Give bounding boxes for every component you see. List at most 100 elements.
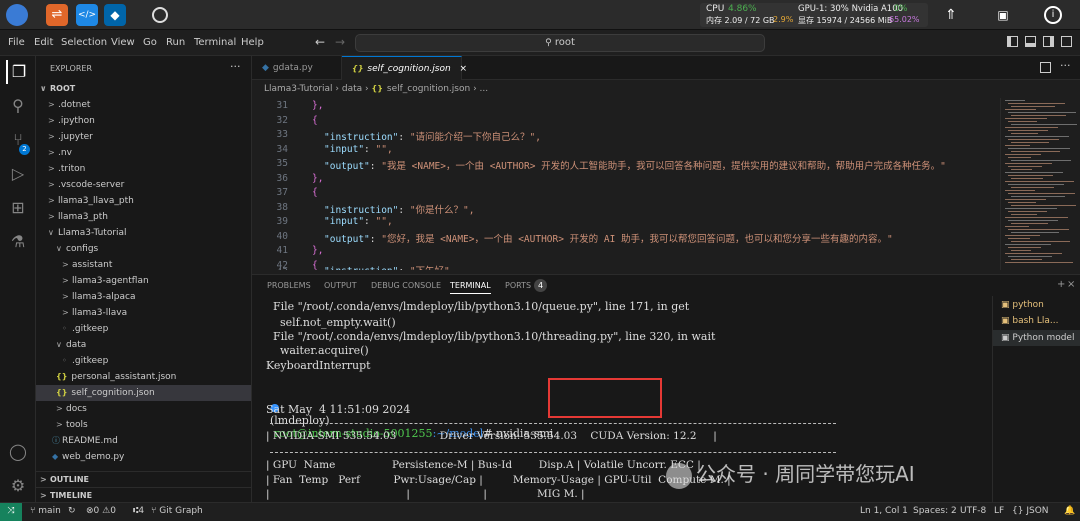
tree-item-self-cognition[interactable]: {} self_cognition.json <box>36 385 251 401</box>
tree-root[interactable]: ∨ ROOT <box>40 81 75 97</box>
tree-item-data[interactable]: ∨ data <box>56 337 86 353</box>
menu-run[interactable]: Run <box>166 37 185 48</box>
tree-item-personal-assistant[interactable]: {} personal_assistant.json <box>56 369 176 385</box>
tree-item-configs[interactable]: ∨ configs <box>56 241 98 257</box>
branch-indicator[interactable]: ⑂ main <box>30 506 61 516</box>
split-editor-icon[interactable] <box>1040 62 1051 73</box>
tree-item-ipython[interactable]: > .ipython <box>48 113 95 129</box>
tree-item-tools[interactable]: > tools <box>56 417 88 433</box>
tab-problems[interactable]: PROBLEMS <box>267 281 311 290</box>
code-icon[interactable]: </> <box>76 4 98 26</box>
terminal-item-python-model[interactable]: ▣ Python model <box>993 330 1080 346</box>
terminal[interactable]: File "/root/.conda/envs/lmdeploy/lib/pyt… <box>252 296 992 502</box>
forward-arrow-icon[interactable]: → <box>335 35 345 49</box>
code-line: "output": "您好，我是 <NAME>，一个由 <AUTHOR> 开发的… <box>324 233 893 245</box>
menu-selection[interactable]: Selection <box>61 37 107 48</box>
git-graph-button[interactable]: ⑂ Git Graph <box>151 506 203 516</box>
tab-output[interactable]: OUTPUT <box>324 281 357 290</box>
minimap[interactable] <box>1000 98 1078 270</box>
menu-view[interactable]: View <box>111 37 135 48</box>
tree-item-docs[interactable]: > docs <box>56 401 87 417</box>
testing-icon[interactable]: ⚗ <box>6 230 30 254</box>
info-icon[interactable]: i <box>1044 6 1062 24</box>
remote-indicator[interactable]: ⤨ <box>0 503 22 521</box>
notifications-icon[interactable]: 🔔 <box>1064 506 1075 516</box>
tree-item-llama3-alpaca[interactable]: > llama3-alpaca <box>62 289 135 305</box>
search-view-icon[interactable]: ⚲ <box>6 94 30 118</box>
indentation[interactable]: Spaces: 2 <box>913 506 957 516</box>
swap-icon[interactable]: ⇌ <box>46 4 68 26</box>
app-logo-icon[interactable] <box>6 4 28 26</box>
tree-item-nv[interactable]: > .nv <box>48 145 72 161</box>
tab-debug-console[interactable]: DEBUG CONSOLE <box>371 281 441 290</box>
code-editor[interactable]: 31}, 32 {33 "instruction": "请问能介绍一下你自己么？", 3… <box>252 98 1080 270</box>
minimap-line <box>1005 181 1074 182</box>
menu-help[interactable]: Help <box>241 37 264 48</box>
tab-ports[interactable]: PORTS <box>505 281 531 290</box>
command-center[interactable]: ⚲ root <box>355 34 765 52</box>
tab-terminal[interactable]: TERMINAL <box>450 281 491 294</box>
tree-item-web-demo[interactable]: ◆ web_demo.py <box>52 449 124 465</box>
layout-panel-icon[interactable] <box>1025 36 1036 47</box>
tree-item-llama3-pth[interactable]: > llama3_pth <box>48 209 108 225</box>
tree-item-vscode-server[interactable]: > .vscode-server <box>48 177 124 193</box>
eol[interactable]: LF <box>994 506 1004 516</box>
tree-item-llama3-tutorial[interactable]: ∨ Llama3-Tutorial <box>48 225 127 241</box>
run-debug-icon[interactable]: ▷ <box>6 162 30 186</box>
remote-icon[interactable]: ▣ <box>992 4 1014 26</box>
layout-custom-icon[interactable] <box>1061 36 1072 47</box>
layout-secondary-icon[interactable] <box>1043 36 1054 47</box>
menu-file[interactable]: File <box>8 37 25 48</box>
more-actions-icon[interactable]: ··· <box>1060 59 1071 72</box>
tree-item-gitkeep-configs[interactable]: ◦ .gitkeep <box>62 321 108 337</box>
tree-item-label: self_cognition.json <box>71 388 155 398</box>
vscode-icon[interactable]: ◆ <box>104 4 126 26</box>
breadcrumb-item[interactable]: Llama3-Tutorial <box>264 84 333 94</box>
outline-section[interactable]: > OUTLINE <box>36 471 251 487</box>
menu-go[interactable]: Go <box>143 37 157 48</box>
line-number: 38 <box>276 201 288 213</box>
terminal-item-bash[interactable]: ▣ bash Lla... <box>1001 316 1059 326</box>
tab-self-cognition[interactable]: {} self_cognition.json × <box>342 56 467 80</box>
close-panel-icon[interactable]: × <box>1067 279 1075 290</box>
source-control-badge: 2 <box>19 144 30 155</box>
tree-item-dotnet[interactable]: > .dotnet <box>48 97 90 113</box>
tree-item-assistant[interactable]: > assistant <box>62 257 112 273</box>
encoding[interactable]: UTF-8 <box>960 506 986 516</box>
compass-icon[interactable] <box>152 7 168 23</box>
tab-gdata[interactable]: ◆ gdata.py <box>252 56 342 80</box>
tree-item-jupyter[interactable]: > .jupyter <box>48 129 93 145</box>
upload-icon[interactable]: ⇑ <box>940 4 962 26</box>
tree-item-gitkeep-data[interactable]: ◦ .gitkeep <box>62 353 108 369</box>
extensions-icon[interactable]: ⊞ <box>6 196 30 220</box>
manage-gear-icon[interactable]: ⚙ <box>6 474 30 498</box>
menu-edit[interactable]: Edit <box>34 37 53 48</box>
tree-item-triton[interactable]: > .triton <box>48 161 85 177</box>
smi-border-top <box>270 423 836 424</box>
problems-indicator[interactable]: ⊗0 ⚠0 <box>86 506 116 516</box>
ports-indicator[interactable]: ⑆4 <box>133 506 144 516</box>
minimap-line <box>1011 214 1037 215</box>
explorer-icon[interactable]: ❐ <box>6 60 30 84</box>
breadcrumb-item[interactable]: self_cognition.json <box>387 84 470 94</box>
tree-item-llama3-llava-pth[interactable]: > llama3_llava_pth <box>48 193 134 209</box>
tree-item-readme[interactable]: ⓘ README.md <box>52 433 118 449</box>
minimap-line <box>1008 121 1037 122</box>
tree-item-llama3-llava[interactable]: > llama3-llava <box>62 305 127 321</box>
account-icon[interactable]: ◯ <box>6 440 30 464</box>
menu-terminal[interactable]: Terminal <box>194 37 236 48</box>
sync-icon[interactable]: ↻ <box>68 506 76 516</box>
layout-sidebar-icon[interactable] <box>1007 36 1018 47</box>
more-actions-icon[interactable]: ··· <box>230 60 241 73</box>
tree-item-llama3-agentflan[interactable]: > llama3-agentflan <box>62 273 149 289</box>
timeline-section[interactable]: > TIMELINE <box>36 487 251 502</box>
terminal-item-python[interactable]: ▣ python <box>1001 300 1044 310</box>
tree-item-label: .gitkeep <box>72 324 109 334</box>
close-tab-icon[interactable]: × <box>460 64 468 74</box>
cursor-position[interactable]: Ln 1, Col 1 <box>860 506 908 516</box>
breadcrumb-item[interactable]: data <box>342 84 362 94</box>
back-arrow-icon[interactable]: ← <box>315 35 325 49</box>
language-mode[interactable]: {} JSON <box>1012 506 1049 516</box>
breadcrumb-item[interactable]: ... <box>480 84 489 94</box>
new-terminal-icon[interactable]: + <box>1057 279 1065 290</box>
